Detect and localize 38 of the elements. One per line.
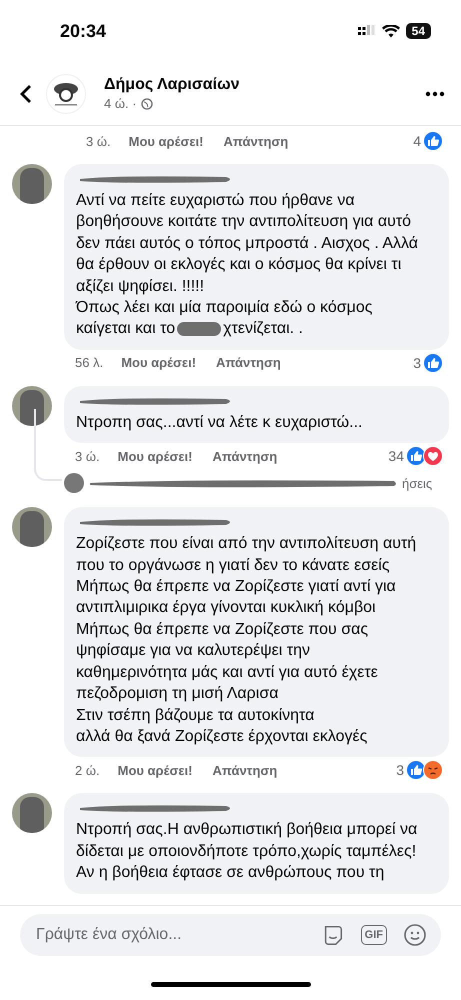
status-time: 20:34 (60, 20, 106, 42)
comment-time: 56 λ. (75, 355, 104, 370)
reply-link[interactable]: Απάντηση (212, 448, 278, 464)
avatar[interactable] (12, 164, 52, 204)
avatar[interactable] (12, 793, 52, 834)
wifi-icon (382, 24, 400, 38)
reaction-count: 3 (396, 762, 404, 778)
comment-text: Αντί να πείτε ευχαριστώ που ήρθανε να βοηθήσουνε κοιτάτε την αντιπολίτευση για αυτό δεν πάει αυτός ο τόπος μπροστά . Αισχος . Αλλά θα έρθουν οι εκλογές και ο κόσμος θα κρίνει τι αξίζει ψηφίσει. !!!!! Όπως λέει και μία παροιμία εδώ ο κόσμος καίγεται και το χτενίζεται. . (76, 191, 419, 340)
more-icon[interactable] (425, 90, 445, 96)
comment-text: Ντροπή σας.Η ανθρωπιστική βοήθεια μπορεί να δίδεται με οποιονδήποτε τρόπο,χωρίς ταμπέλες! Αν η βοήθεια έφτασε σε ανθρώπους που τη (76, 820, 418, 884)
avatar[interactable] (12, 386, 52, 426)
back-icon[interactable] (20, 84, 32, 104)
avatar[interactable] (12, 507, 52, 548)
reply-link[interactable]: Απάντηση (216, 355, 281, 370)
like-link[interactable]: Μου αρέσει! (128, 134, 204, 148)
gif-button[interactable]: GIF (360, 925, 387, 945)
comment-text: Ζορίζεστε που είναι από την αντιπολίτευση αυτή που το οργάνωσε η γιατί δεν το κάνατε εσείς Μήπως θα έπρεπε να Ζορίζεστε γιατί αντί για αντιπλιμιρικα έργα γίνονται κυκλική κόμβοι Μήπως θα έπρεπε να Ζορίζεστε που σας ψηφίσαμε για να καλυτερέψει την καθημερινότητα μάς και αντί για αυτό έχετε πεζοδρομιση τη μισή Λαρισα Στιν τσέπη βάζουμε τα αυτοκίνητα αλλά θα ξανά Ζορίζεστε έρχονται εκλογές (76, 534, 418, 747)
reply-avatar[interactable] (64, 473, 84, 494)
like-link[interactable]: Μου αρέσει! (118, 762, 192, 778)
logo-drawing (46, 74, 86, 114)
reaction-count: 3 (413, 354, 421, 371)
reaction-count: 34 (388, 448, 404, 464)
emoji-icon[interactable] (403, 923, 427, 947)
comment-text: Ντροπη σας...αντί να λέτε κ ευχαριστώ... (76, 412, 364, 433)
like-link[interactable]: Μου αρέσει! (121, 355, 196, 370)
comment-time: 3 ώ. (86, 134, 111, 148)
replies-link[interactable]: ήσεις (402, 476, 432, 491)
reply-link[interactable]: Απάντηση (212, 762, 278, 778)
like-link[interactable]: Μου αρέσει! (118, 448, 192, 464)
comment-time: 2 ώ. (75, 762, 100, 778)
comment-time: 3 ώ. (75, 448, 100, 464)
reply-link[interactable]: Απάντηση (223, 134, 288, 148)
signal-icon (358, 25, 376, 37)
page-title[interactable]: Δήμος Λαρισαίων (104, 76, 240, 94)
battery-level: 54 (406, 23, 431, 39)
reaction-count: 4 (413, 133, 421, 149)
comment-field[interactable]: Γράψτε ένα σχόλιο... GIF (20, 914, 441, 956)
post-time: 4 ώ. · (104, 96, 137, 111)
